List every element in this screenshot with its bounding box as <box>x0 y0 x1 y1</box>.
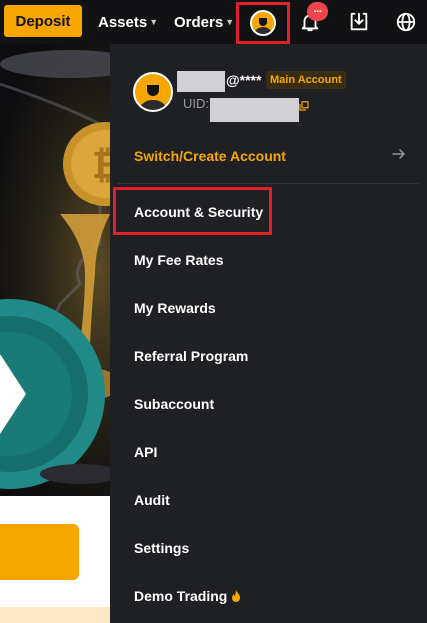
orders-label: Orders <box>174 13 224 31</box>
fire-icon <box>231 589 241 603</box>
avatar-icon <box>250 10 276 36</box>
download-icon[interactable] <box>345 8 373 36</box>
promo-banner: ₿ <box>0 44 110 496</box>
account-dropdown-menu <box>110 44 427 623</box>
switch-account-label: Switch/Create Account <box>134 148 286 164</box>
menu-item-subaccount[interactable]: Subaccount <box>134 394 214 414</box>
caret-down-icon: ▼ <box>149 17 159 27</box>
email-suffix: @**** <box>226 72 262 88</box>
menu-item-api[interactable]: API <box>134 442 157 462</box>
copy-icon[interactable] <box>299 98 309 111</box>
menu-item-account-security[interactable]: Account & Security <box>134 202 263 222</box>
menu-item-settings[interactable]: Settings <box>134 538 189 558</box>
promo-action-button[interactable] <box>0 524 79 580</box>
menu-divider <box>118 183 419 184</box>
globe-icon[interactable] <box>392 8 420 36</box>
hourglass-artwork: ₿ <box>0 50 110 489</box>
deposit-button[interactable]: Deposit <box>4 5 82 37</box>
profile-avatar-large <box>133 72 173 112</box>
menu-item-referral-program[interactable]: Referral Program <box>134 346 248 366</box>
masked-username <box>177 71 225 92</box>
assets-menu[interactable]: Assets ▼ <box>98 0 158 44</box>
switch-create-account-link[interactable]: Switch/Create Account <box>134 146 406 166</box>
promo-strip <box>0 607 110 623</box>
menu-item-demo-trading[interactable]: Demo Trading <box>134 586 241 606</box>
svg-text:₿: ₿ <box>92 145 110 187</box>
arrow-right-icon <box>392 147 406 166</box>
assets-label: Assets <box>98 13 148 31</box>
menu-item-audit[interactable]: Audit <box>134 490 170 510</box>
caret-down-icon: ▼ <box>225 17 235 27</box>
menu-item-fee-rates[interactable]: My Fee Rates <box>134 250 223 270</box>
orders-menu[interactable]: Orders ▼ <box>174 0 234 44</box>
profile-avatar-button[interactable] <box>236 2 290 44</box>
notification-badge: ··· <box>307 2 328 21</box>
masked-uid <box>210 98 299 122</box>
menu-item-rewards[interactable]: My Rewards <box>134 298 216 318</box>
demo-trading-label: Demo Trading <box>134 588 228 604</box>
uid-label: UID: <box>183 96 209 111</box>
account-type-badge: Main Account <box>266 71 346 89</box>
